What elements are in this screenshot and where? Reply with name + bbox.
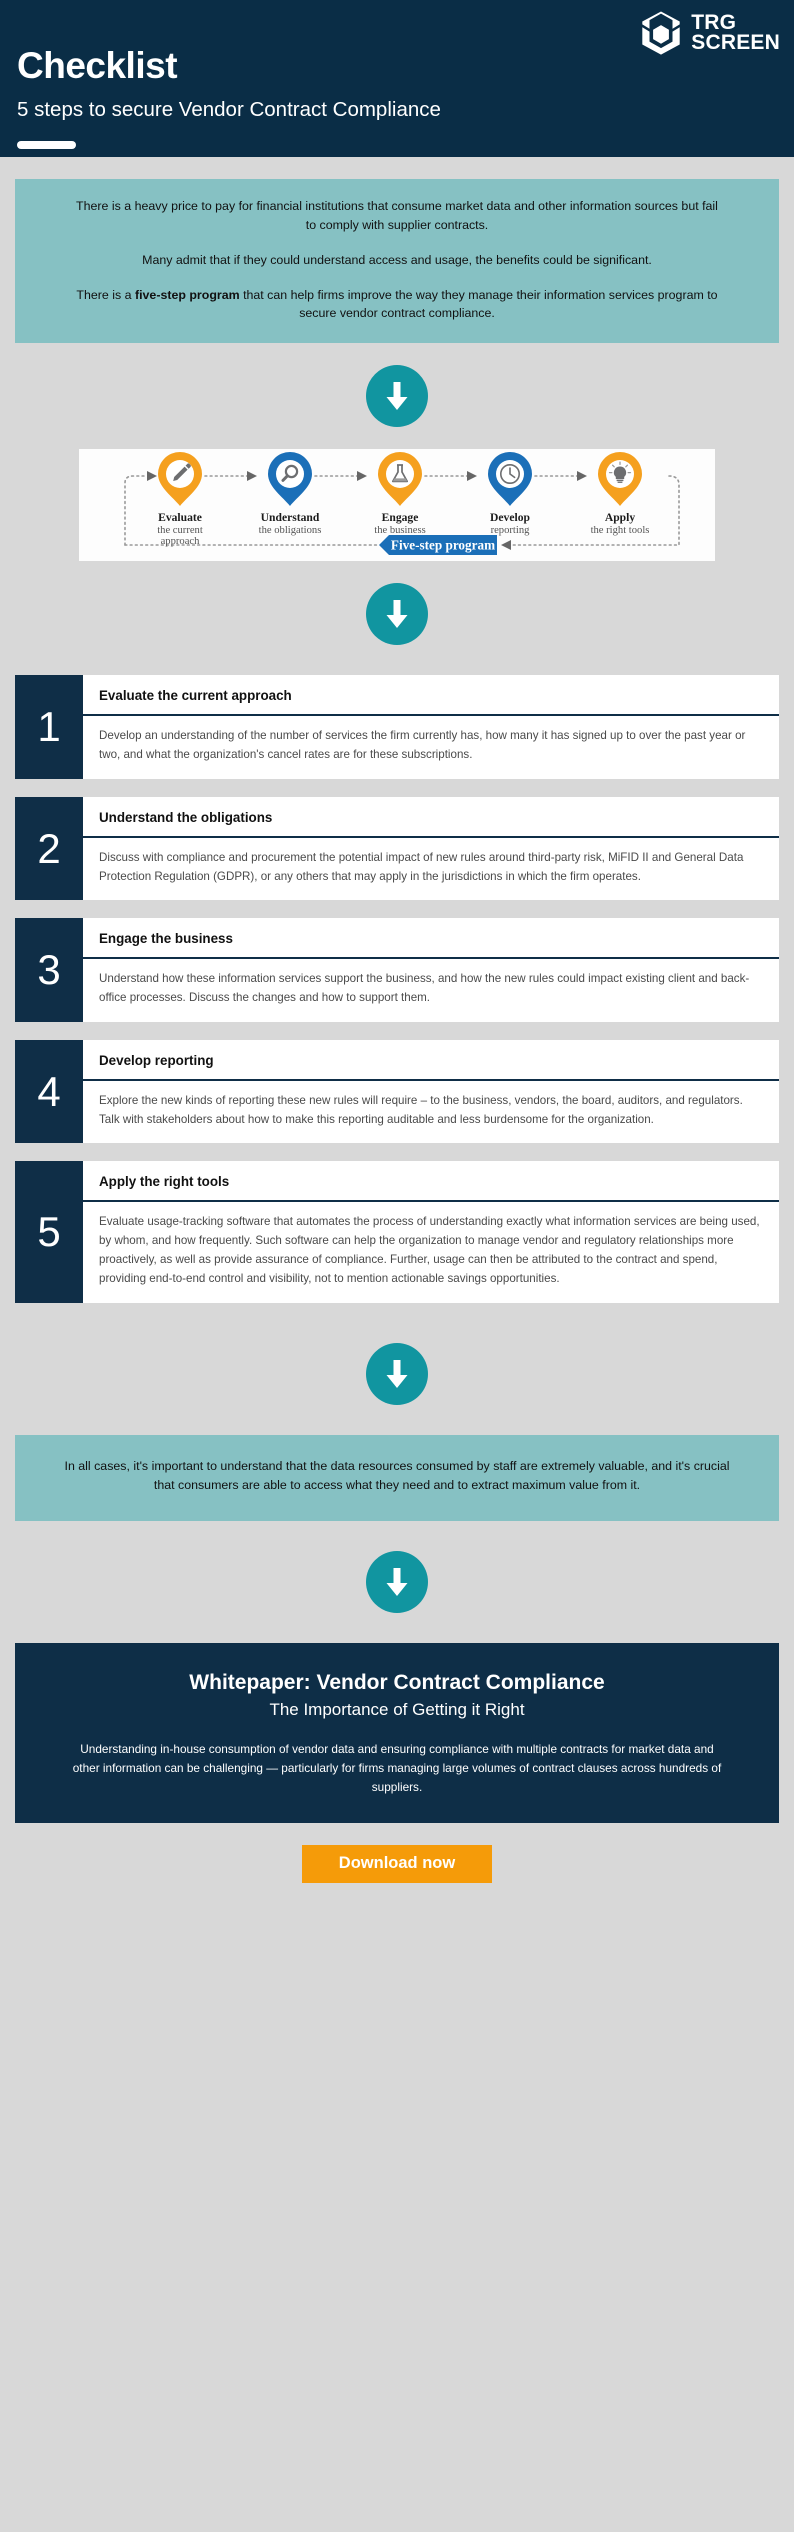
diagram-step-1-title: Evaluate xyxy=(158,511,202,524)
intro-paragraph-3: There is a five-step program that can he… xyxy=(75,286,719,324)
down-arrow-circle xyxy=(366,365,428,428)
intro-paragraph-1: There is a heavy price to pay for financ… xyxy=(76,199,718,232)
closing-teal-block: In all cases, it's important to understa… xyxy=(15,1434,779,1522)
step-description: Develop an understanding of the number o… xyxy=(99,729,746,761)
diagram-svg: Evaluate the current approach Understand… xyxy=(124,452,680,556)
step-number: 2 xyxy=(15,796,83,901)
step-number: 3 xyxy=(15,918,83,1022)
arrowhead-entry xyxy=(147,471,157,482)
cube-logo-icon xyxy=(642,11,680,55)
diagram-step-1-sub1: the current xyxy=(157,525,203,536)
arrow-divider-3 xyxy=(0,1342,794,1405)
whitepaper-title: Whitepaper: Vendor Contract Compliance xyxy=(189,1671,605,1695)
diagram-pin-4 xyxy=(488,452,532,507)
down-arrow-circle xyxy=(366,583,428,646)
step-number: 5 xyxy=(15,1161,83,1303)
step-card: 5 Apply the right tools Evaluate usage-t… xyxy=(15,1161,779,1303)
arrow-divider-2 xyxy=(0,583,794,646)
step-content: Engage the business Understand how these… xyxy=(83,918,779,1022)
diagram-step-3-sub1: the business xyxy=(374,525,426,536)
step-content: Understand the obligations Discuss with … xyxy=(83,796,779,901)
whitepaper-body: Understanding in-house consumption of ve… xyxy=(72,1742,722,1795)
step-title: Engage the business xyxy=(83,918,779,960)
diagram-pin-1 xyxy=(158,452,202,507)
diagram-step-4-title: Develop xyxy=(490,511,530,524)
step-description: Evaluate usage-tracking software that au… xyxy=(99,1215,760,1285)
badge-label: Five-step program xyxy=(391,538,495,553)
five-step-diagram: Evaluate the current approach Understand… xyxy=(15,449,779,562)
step-description: Discuss with compliance and procurement … xyxy=(99,850,744,883)
step-title: Apply the right tools xyxy=(83,1161,779,1203)
trg-screen-logo: TRG SCREEN xyxy=(639,10,780,56)
down-arrow-circle xyxy=(366,1551,428,1614)
page-subtitle: 5 steps to secure Vendor Contract Compli… xyxy=(17,98,441,121)
step-content: Apply the right tools Evaluate usage-tra… xyxy=(83,1161,779,1303)
step-card-list: 1 Evaluate the current approach Develop … xyxy=(0,675,794,1303)
intro-p3-post: that can help firms improve the way they… xyxy=(239,287,718,321)
step-content: Evaluate the current approach Develop an… xyxy=(83,675,779,779)
diagram-step-3-title: Engage xyxy=(382,511,419,524)
intro-teal-block: There is a heavy price to pay for financ… xyxy=(15,179,779,344)
page-title: Checklist xyxy=(17,45,178,86)
diagram-step-5-sub1: the right tools xyxy=(591,525,650,536)
diagram-step-4-sub1: reporting xyxy=(491,525,531,536)
arrowhead-return xyxy=(501,540,511,551)
logo-line-1: TRG xyxy=(691,10,737,34)
download-now-button[interactable]: Download now xyxy=(302,1845,492,1884)
step-number: 1 xyxy=(15,675,83,779)
down-arrow-icon xyxy=(386,1359,408,1388)
step-title: Understand the obligations xyxy=(83,797,779,838)
intro-p3-pre: There is a xyxy=(76,287,135,302)
diagram-pin-3 xyxy=(378,452,422,507)
step-card: 1 Evaluate the current approach Develop … xyxy=(15,675,779,779)
down-arrow-circle xyxy=(366,1342,428,1405)
logo-line-2: SCREEN xyxy=(691,31,780,54)
step-title: Develop reporting xyxy=(83,1040,779,1081)
down-arrow-icon xyxy=(386,600,408,629)
intro-p3-bold: five-step program xyxy=(134,287,240,302)
page-header: Checklist 5 steps to secure Vendor Contr… xyxy=(0,0,794,157)
cta-row: Download now xyxy=(15,1845,779,1884)
diagram-step-2-sub1: the obligations xyxy=(259,525,322,536)
down-arrow-icon xyxy=(386,1568,408,1597)
arrow-divider-4 xyxy=(0,1551,794,1614)
logo-wordmark: TRG SCREEN xyxy=(691,10,780,54)
diagram-pin-2 xyxy=(268,452,312,507)
step-title: Evaluate the current approach xyxy=(83,675,779,717)
step-description: Understand how these information service… xyxy=(99,972,750,1005)
diagram-step-1-sub2: approach xyxy=(161,536,201,547)
diagram-canvas: Evaluate the current approach Understand… xyxy=(79,449,715,562)
header-divider-bar xyxy=(17,141,76,149)
five-step-program-badge: Five-step program xyxy=(379,535,497,556)
diagram-pin-5 xyxy=(598,452,642,507)
whitepaper-subtitle: The Importance of Getting it Right xyxy=(269,1700,525,1720)
arrow-divider-1 xyxy=(0,365,794,428)
step-card: 4 Develop reporting Explore the new kind… xyxy=(15,1039,779,1144)
step-card: 3 Engage the business Understand how the… xyxy=(15,918,779,1022)
step-number: 4 xyxy=(15,1039,83,1144)
step-content: Develop reporting Explore the new kinds … xyxy=(83,1039,779,1144)
whitepaper-panel: Whitepaper: Vendor Contract Compliance T… xyxy=(15,1643,779,1824)
flask-liquid xyxy=(392,478,408,482)
step-description: Explore the new kinds of reporting these… xyxy=(99,1093,743,1126)
diagram-step-5-title: Apply xyxy=(605,511,635,524)
infographic-page: Checklist 5 steps to secure Vendor Contr… xyxy=(0,0,794,1908)
intro-paragraph-2: Many admit that if they could understand… xyxy=(142,252,652,267)
diagram-step-2-title: Understand xyxy=(261,511,320,524)
closing-text: In all cases, it's important to understa… xyxy=(64,1458,730,1492)
step-card: 2 Understand the obligations Discuss wit… xyxy=(15,796,779,901)
down-arrow-icon xyxy=(386,382,408,411)
